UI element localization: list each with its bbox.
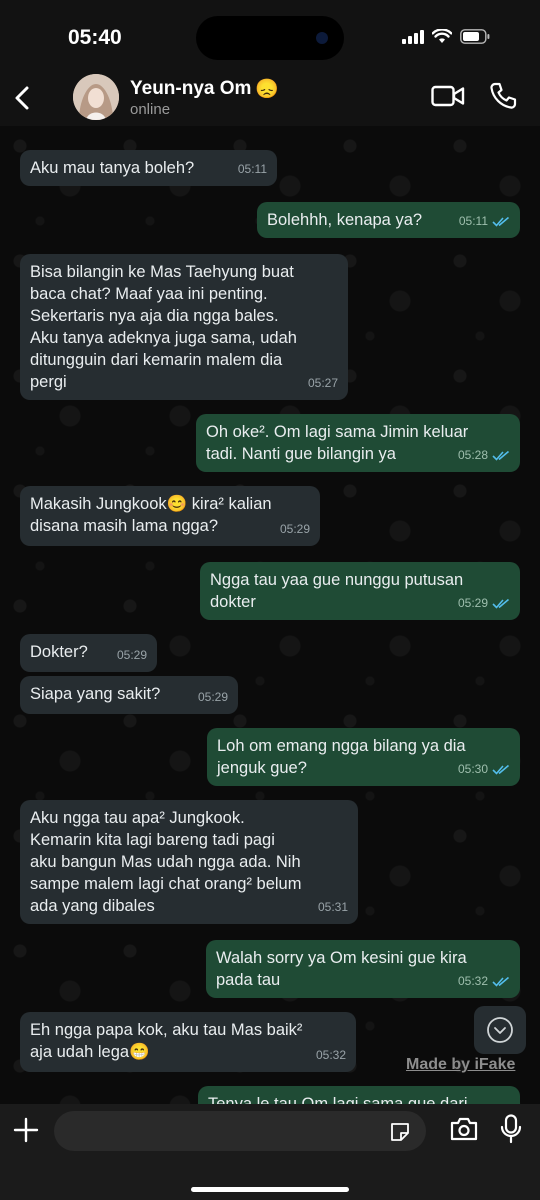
read-ticks-icon <box>492 216 510 227</box>
message-time: 05:30 <box>457 762 488 776</box>
message-meta: 05:11 <box>238 158 267 180</box>
message-time: 05:29 <box>279 522 310 536</box>
video-call-button[interactable] <box>431 84 465 113</box>
contact-emoji: 😞 <box>255 79 280 100</box>
message-meta: 05:30 <box>458 758 510 780</box>
chat-header: Yeun-nya Om 😞 online <box>0 72 540 126</box>
contact-name[interactable]: Yeun-nya Om 😞 <box>130 77 279 101</box>
cellular-signal-icon <box>402 29 424 44</box>
message-meta: 05:27 <box>308 372 338 394</box>
sticker-button[interactable] <box>388 1120 412 1149</box>
message-outgoing[interactable]: Ngga tau yaa gue nunggu putusan dokter 0… <box>200 562 520 620</box>
message-time: 05:28 <box>457 448 488 462</box>
message-text: Aku ngga tau apa² Jungkook. Kemarin kita… <box>30 809 302 915</box>
camera-button[interactable] <box>450 1116 478 1147</box>
message-text: Makasih Jungkook😊 kira² kalian disana ma… <box>30 495 272 535</box>
message-time: 05:11 <box>458 214 488 228</box>
sticker-icon <box>391 1123 409 1141</box>
message-incoming[interactable]: Siapa yang sakit? 05:29 <box>20 676 238 714</box>
wifi-icon <box>432 29 452 43</box>
message-outgoing[interactable]: Oh oke². Om lagi sama Jimin keluar tadi.… <box>196 414 520 472</box>
message-meta: 05:29 <box>198 686 228 708</box>
message-outgoing[interactable]: Walah sorry ya Om kesini gue kira pada t… <box>206 940 520 998</box>
message-meta: 05:32 <box>458 970 510 992</box>
message-input[interactable] <box>54 1111 426 1151</box>
message-meta: 05:29 <box>280 518 310 540</box>
message-incoming[interactable]: Makasih Jungkook😊 kira² kalian disana ma… <box>20 486 320 546</box>
read-ticks-icon <box>492 598 510 609</box>
message-meta: 05:32 <box>316 1044 346 1066</box>
message-meta: 05:11 <box>459 210 510 232</box>
message-time: 05:32 <box>315 1048 346 1062</box>
composer-bar <box>0 1104 540 1200</box>
battery-icon <box>460 29 490 44</box>
microphone-icon <box>500 1114 522 1144</box>
message-text: Bisa bilangin ke Mas Taehyung buat baca … <box>30 263 297 391</box>
message-meta: 05:31 <box>318 896 348 918</box>
message-outgoing[interactable]: Loh om emang ngga bilang ya dia jenguk g… <box>207 728 520 786</box>
watermark: Made by iFake <box>406 1056 516 1073</box>
back-button[interactable] <box>8 78 38 118</box>
dynamic-island <box>196 16 344 60</box>
message-text: Eh ngga papa kok, aku tau Mas baik² aja … <box>30 1021 303 1061</box>
read-ticks-icon <box>492 976 510 987</box>
message-incoming[interactable]: Aku ngga tau apa² Jungkook. Kemarin kita… <box>20 800 358 924</box>
message-outgoing[interactable]: Bolehhh, kenapa ya? 05:11 <box>257 202 520 238</box>
message-time: 05:29 <box>197 690 228 704</box>
message-time: 05:31 <box>317 900 348 914</box>
message-text: Tenya le tau Om lagi sama gue dari <box>208 1095 468 1104</box>
contact-avatar[interactable] <box>73 74 119 120</box>
front-camera <box>316 32 328 44</box>
message-time: 05:27 <box>307 376 338 390</box>
status-icons <box>402 29 490 44</box>
message-incoming[interactable]: Eh ngga papa kok, aku tau Mas baik² aja … <box>20 1012 356 1072</box>
contact-status: online <box>130 101 171 118</box>
phone-icon <box>490 82 517 109</box>
read-ticks-icon <box>492 764 510 775</box>
message-time: 05:29 <box>116 648 147 662</box>
attach-button[interactable] <box>12 1116 40 1149</box>
message-outgoing[interactable]: Tenya le tau Om lagi sama gue dari <box>198 1086 520 1104</box>
message-text: Aku mau tanya boleh? <box>30 159 195 177</box>
status-time: 05:40 <box>68 26 122 49</box>
voice-call-button[interactable] <box>489 82 517 115</box>
voice-message-button[interactable] <box>500 1114 522 1149</box>
message-meta: 05:28 <box>458 444 510 466</box>
message-incoming[interactable]: Aku mau tanya boleh? 05:11 <box>20 150 277 186</box>
message-meta: 05:29 <box>117 644 147 666</box>
chevron-left-icon <box>15 86 29 110</box>
contact-name-text: Yeun-nya Om <box>130 78 252 99</box>
message-meta: 05:29 <box>458 592 510 614</box>
scroll-to-bottom-button[interactable] <box>474 1006 526 1054</box>
message-list[interactable]: Aku mau tanya boleh? 05:11 Bolehhh, kena… <box>0 126 540 1104</box>
status-bar: 05:40 <box>0 0 540 72</box>
message-time: 05:32 <box>457 974 488 988</box>
message-time: 05:11 <box>237 162 267 176</box>
message-incoming[interactable]: Bisa bilangin ke Mas Taehyung buat baca … <box>20 254 348 400</box>
message-time: 05:29 <box>457 596 488 610</box>
camera-icon <box>450 1117 478 1141</box>
video-camera-icon <box>431 85 465 107</box>
message-incoming[interactable]: Dokter? 05:29 <box>20 634 157 672</box>
plus-icon <box>13 1117 39 1143</box>
read-ticks-icon <box>492 450 510 461</box>
home-indicator[interactable] <box>191 1187 349 1192</box>
chevron-down-circle-icon <box>487 1017 513 1043</box>
